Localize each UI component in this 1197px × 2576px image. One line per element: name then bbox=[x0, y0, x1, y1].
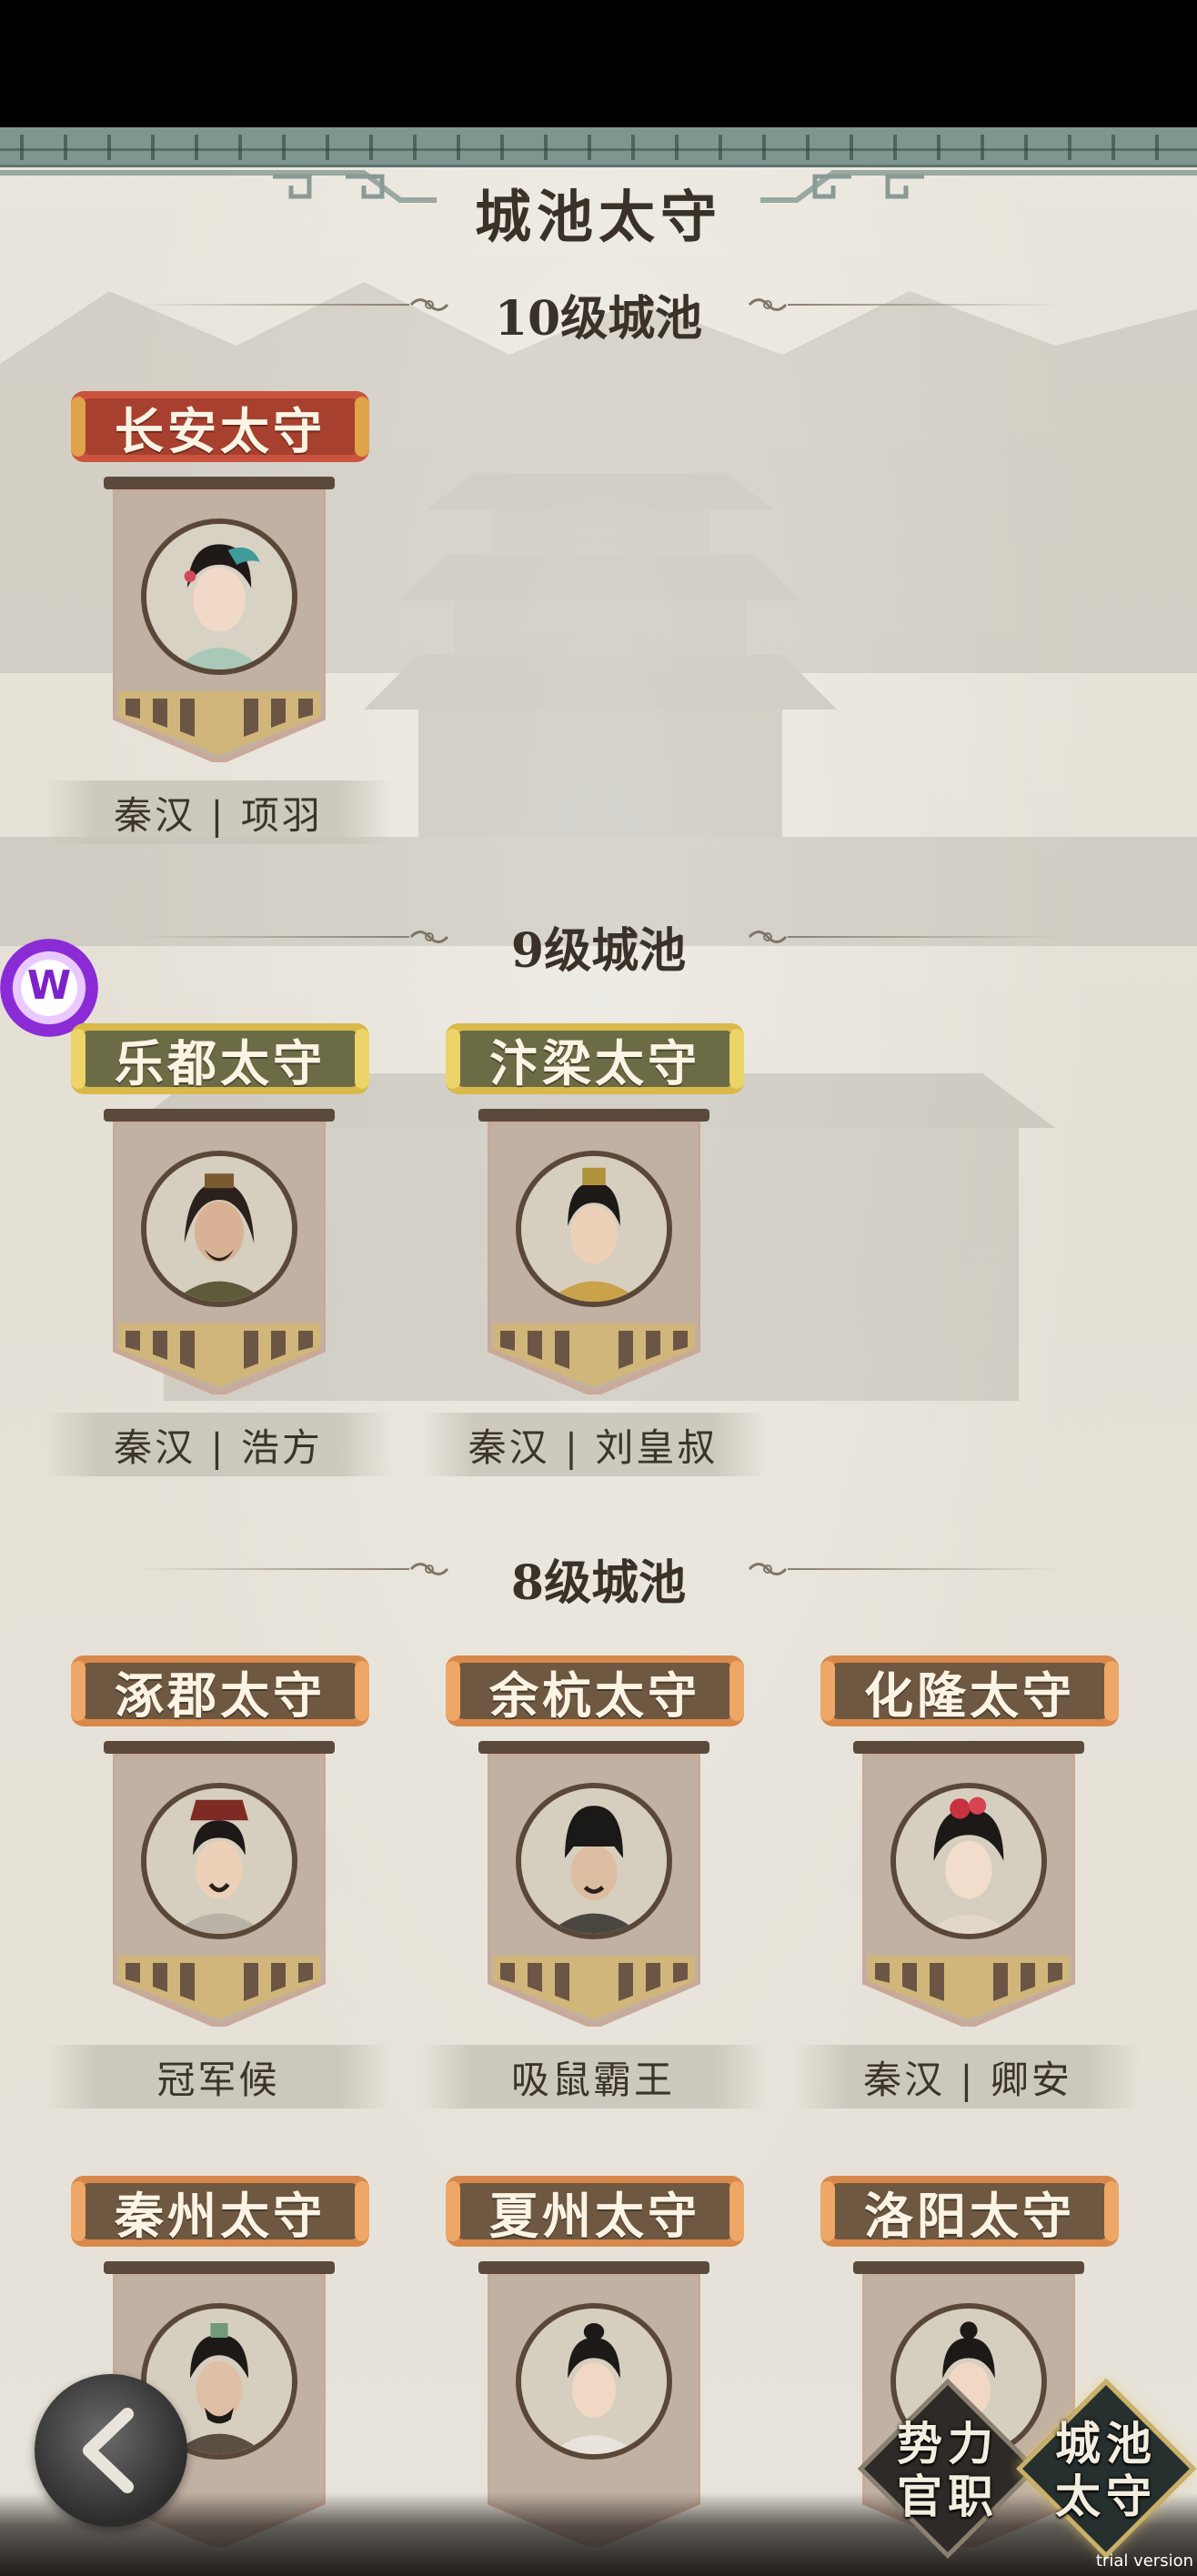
governor-card-changan[interactable]: 长安太守 秦汉 | 项羽 bbox=[0, 391, 391, 864]
top-decorative-border bbox=[0, 127, 1197, 167]
governor-title: 化隆太守 bbox=[864, 1665, 1075, 1725]
section-label: 8级城池 bbox=[510, 1555, 687, 1611]
title-plate: 化隆太守 bbox=[820, 1655, 1119, 1726]
governor-name: 吸鼠霸王 bbox=[510, 2057, 675, 2102]
section-header-level-8: 8级城池 bbox=[0, 1537, 1197, 1611]
title-plate: 长安太守 bbox=[71, 391, 369, 462]
banner-rod bbox=[104, 477, 335, 489]
governor-title: 涿郡太守 bbox=[115, 1665, 326, 1725]
banner-rod bbox=[478, 1741, 709, 1754]
title-plate: 涿郡太守 bbox=[71, 1655, 369, 1726]
governor-name: 秦汉 | 项羽 bbox=[114, 792, 323, 838]
governor-card-bianliang[interactable]: 汴梁太守 秦汉 | 刘皇叔 bbox=[375, 1023, 766, 1496]
portrait-avatar bbox=[516, 1783, 672, 1939]
scroll-ornament-icon bbox=[748, 298, 788, 311]
section-label: 10级城池 bbox=[494, 291, 703, 347]
back-button[interactable] bbox=[35, 2374, 187, 2527]
scroll-ornament-icon bbox=[748, 1563, 788, 1575]
nav-city-governors-label: 城池太守 bbox=[1055, 2417, 1157, 2523]
banner-rod bbox=[104, 1741, 335, 1754]
governor-title: 余杭太守 bbox=[489, 1665, 700, 1725]
portrait-avatar bbox=[516, 1151, 672, 1307]
watermark-text: trial version bbox=[1095, 2551, 1193, 2571]
title-plate: 余杭太守 bbox=[446, 1655, 744, 1726]
portrait-avatar bbox=[890, 1783, 1047, 1939]
banner-rod bbox=[478, 1109, 709, 1122]
title-plate: 乐都太守 bbox=[71, 1023, 369, 1094]
governor-name-bar: 秦汉 | 项羽 bbox=[45, 780, 391, 844]
title-plate: 秦州太守 bbox=[71, 2176, 369, 2247]
status-bar bbox=[0, 0, 1197, 127]
title-plate: 洛阳太守 bbox=[820, 2176, 1119, 2247]
governor-name: 秦汉 | 刘皇叔 bbox=[468, 1424, 719, 1470]
banner-rod bbox=[104, 2261, 335, 2274]
governor-card-hualong[interactable]: 化隆太守 秦汉 | 卿安 bbox=[749, 1655, 1141, 2128]
governor-title: 长安太守 bbox=[115, 401, 326, 460]
governor-name: 冠军候 bbox=[156, 2057, 280, 2102]
governor-title: 洛阳太守 bbox=[864, 2186, 1075, 2245]
back-arrow-icon bbox=[83, 2408, 134, 2493]
governor-card-yuhang[interactable]: 余杭太守 吸鼠霸王 bbox=[375, 1655, 766, 2128]
title-plate: 夏州太守 bbox=[446, 2176, 744, 2247]
banner-rod bbox=[853, 2261, 1084, 2274]
banner-rod bbox=[853, 1741, 1084, 1754]
governor-name-bar: 冠军候 bbox=[45, 2045, 391, 2108]
nav-power-ranks-label: 势力官职 bbox=[897, 2417, 999, 2523]
portrait-avatar bbox=[141, 1151, 297, 1307]
scroll-ornament-icon bbox=[748, 931, 788, 943]
section-header-level-10: 10级城池 bbox=[0, 273, 1197, 347]
section-header-level-9: 9级城池 bbox=[0, 905, 1197, 979]
portrait-avatar bbox=[516, 2303, 672, 2460]
governor-name: 秦汉 | 卿安 bbox=[863, 2057, 1072, 2102]
governor-name: 秦汉 | 浩方 bbox=[114, 1424, 323, 1470]
governor-card-zhuojun[interactable]: 涿郡太守 冠军候 bbox=[0, 1655, 391, 2128]
nav-power-ranks-button[interactable]: 势力官职 bbox=[857, 2378, 1039, 2560]
floating-w-badge[interactable]: W bbox=[0, 939, 98, 1037]
governor-title: 夏州太守 bbox=[489, 2186, 700, 2245]
banner-rod bbox=[478, 2261, 709, 2274]
governor-title: 乐都太守 bbox=[115, 1033, 326, 1092]
portrait-avatar bbox=[141, 1783, 297, 1939]
governor-title: 汴梁太守 bbox=[489, 1033, 700, 1092]
governor-name-bar: 秦汉 | 卿安 bbox=[795, 2045, 1141, 2108]
nav-city-governors-button[interactable]: 城池太守 bbox=[1015, 2378, 1197, 2560]
page-title: 城池太守 bbox=[474, 184, 722, 250]
banner-rod bbox=[104, 1109, 335, 1122]
governor-name-bar: 秦汉 | 刘皇叔 bbox=[420, 1413, 766, 1476]
section-label: 9级城池 bbox=[510, 923, 687, 979]
governor-title: 秦州太守 bbox=[115, 2186, 326, 2245]
governor-name-bar: 吸鼠霸王 bbox=[420, 2045, 766, 2108]
portrait-avatar bbox=[141, 518, 297, 675]
game-screen: 城池太守 10级城池 长安太守 秦汉 | 项羽 9级城池 W 乐都太守 秦汉 |… bbox=[0, 127, 1197, 2576]
title-plate: 汴梁太守 bbox=[446, 1023, 744, 1094]
governor-name-bar: 秦汉 | 浩方 bbox=[45, 1413, 391, 1476]
governor-card-ledu[interactable]: 乐都太守 秦汉 | 浩方 bbox=[0, 1023, 391, 1496]
